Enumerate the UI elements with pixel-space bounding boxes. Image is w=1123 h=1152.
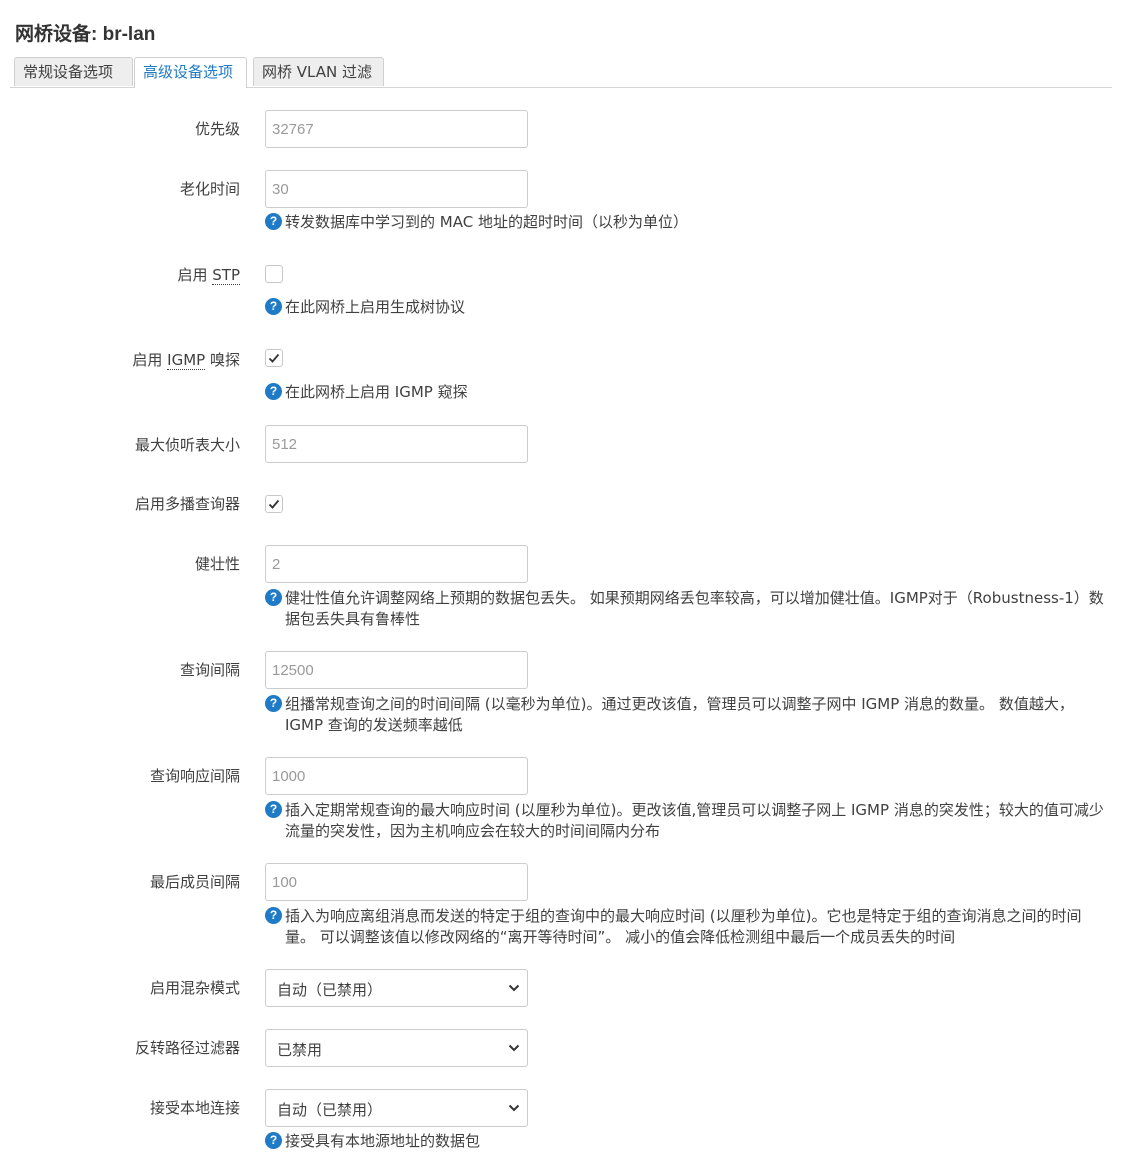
chevron-down-icon	[508, 984, 520, 992]
help-icon: ?	[265, 383, 282, 400]
rpfilter-label: 反转路径过滤器	[134, 1039, 240, 1057]
help-icon: ?	[265, 298, 282, 315]
help-text: 插入为响应离组消息而发送的特定于组的查询中的最大响应时间 (以厘秒为单位)。它也…	[285, 907, 1082, 946]
robustness-input[interactable]	[265, 545, 528, 583]
igmp-abbr: IGMP	[167, 351, 206, 370]
acceptlocal-label: 接受本地连接	[149, 1099, 240, 1117]
query-interval-input[interactable]	[265, 651, 528, 689]
multicast-querier-checkbox[interactable]	[265, 495, 283, 513]
chevron-down-icon	[508, 1044, 520, 1052]
tab-advanced-options[interactable]: 高级设备选项	[134, 57, 247, 88]
ageing-time-label: 老化时间	[179, 180, 240, 198]
ageing-time-help: ? 转发数据库中学习到的 MAC 地址的超时时间（以秒为单位）	[265, 212, 1107, 233]
rpfilter-value: 已禁用	[277, 1041, 323, 1059]
robustness-help: ? 健壮性值允许调整网络上预期的数据包丢失。 如果预期网络丢包率较高，可以增加健…	[265, 588, 1107, 630]
help-text: 在此网桥上启用 IGMP 窥探	[285, 383, 468, 401]
tab-bar: 常规设备选项 高级设备选项 网桥 VLAN 过滤	[10, 57, 1112, 88]
checkmark-icon	[268, 353, 280, 363]
help-icon: ?	[265, 213, 282, 230]
help-icon: ?	[265, 1132, 282, 1149]
igmp-snooping-label: 启用 IGMP 嗅探	[132, 350, 240, 370]
help-icon: ?	[265, 589, 282, 606]
rpfilter-select[interactable]: 已禁用	[265, 1029, 528, 1067]
tab-general-options[interactable]: 常规设备选项	[14, 57, 133, 86]
priority-label: 优先级	[194, 120, 240, 138]
tab-bridge-vlan-filtering[interactable]: 网桥 VLAN 过滤	[253, 57, 384, 86]
stp-label: 启用 STP	[177, 265, 240, 285]
acceptlocal-help: ? 接受具有本地源地址的数据包	[265, 1131, 1107, 1152]
query-response-input[interactable]	[265, 757, 528, 795]
checkmark-icon	[268, 499, 280, 509]
promisc-value: 自动（已禁用）	[277, 981, 383, 999]
last-member-help: ? 插入为响应离组消息而发送的特定于组的查询中的最大响应时间 (以厘秒为单位)。…	[265, 906, 1107, 948]
help-text: 组播常规查询之间的时间间隔 (以毫秒为单位)。通过更改该值，管理员可以调整子网中…	[285, 695, 1074, 734]
igmp-snooping-help: ? 在此网桥上启用 IGMP 窥探	[265, 382, 1107, 403]
multicast-querier-label: 启用多播查询器	[134, 495, 240, 513]
hash-max-label: 最大侦听表大小	[134, 436, 240, 454]
query-response-label: 查询响应间隔	[149, 767, 240, 785]
query-interval-help: ? 组播常规查询之间的时间间隔 (以毫秒为单位)。通过更改该值，管理员可以调整子…	[265, 694, 1107, 736]
stp-label-prefix: 启用	[177, 266, 213, 284]
priority-input[interactable]	[265, 110, 528, 148]
help-text: 插入定期常规查询的最大响应时间 (以厘秒为单位)。更改该值,管理员可以调整子网上…	[285, 801, 1104, 840]
help-icon: ?	[265, 801, 282, 818]
query-interval-label: 查询间隔	[179, 661, 240, 679]
hash-max-input[interactable]	[265, 425, 528, 463]
help-icon: ?	[265, 907, 282, 924]
igmp-snooping-checkbox[interactable]	[265, 349, 283, 367]
acceptlocal-select[interactable]: 自动（已禁用）	[265, 1089, 528, 1127]
robustness-label: 健壮性	[194, 555, 240, 573]
help-icon: ?	[265, 695, 282, 712]
igmp-label-suffix: 嗅探	[205, 351, 240, 369]
acceptlocal-value: 自动（已禁用）	[277, 1101, 383, 1119]
chevron-down-icon	[508, 1104, 520, 1112]
last-member-input[interactable]	[265, 863, 528, 901]
stp-abbr: STP	[212, 266, 240, 285]
igmp-label-prefix: 启用	[132, 351, 168, 369]
help-text: 接受具有本地源地址的数据包	[285, 1132, 481, 1150]
query-response-help: ? 插入定期常规查询的最大响应时间 (以厘秒为单位)。更改该值,管理员可以调整子…	[265, 800, 1107, 842]
last-member-label: 最后成员间隔	[149, 873, 240, 891]
stp-help: ? 在此网桥上启用生成树协议	[265, 297, 1107, 318]
help-text: 转发数据库中学习到的 MAC 地址的超时时间（以秒为单位）	[285, 213, 688, 231]
promisc-select[interactable]: 自动（已禁用）	[265, 969, 528, 1007]
page-title: 网桥设备: br-lan	[15, 24, 156, 45]
help-text: 健壮性值允许调整网络上预期的数据包丢失。 如果预期网络丢包率较高，可以增加健壮值…	[285, 589, 1104, 628]
stp-checkbox[interactable]	[265, 265, 283, 283]
help-text: 在此网桥上启用生成树协议	[285, 298, 466, 316]
ageing-time-input[interactable]	[265, 170, 528, 208]
promisc-label: 启用混杂模式	[149, 979, 240, 997]
